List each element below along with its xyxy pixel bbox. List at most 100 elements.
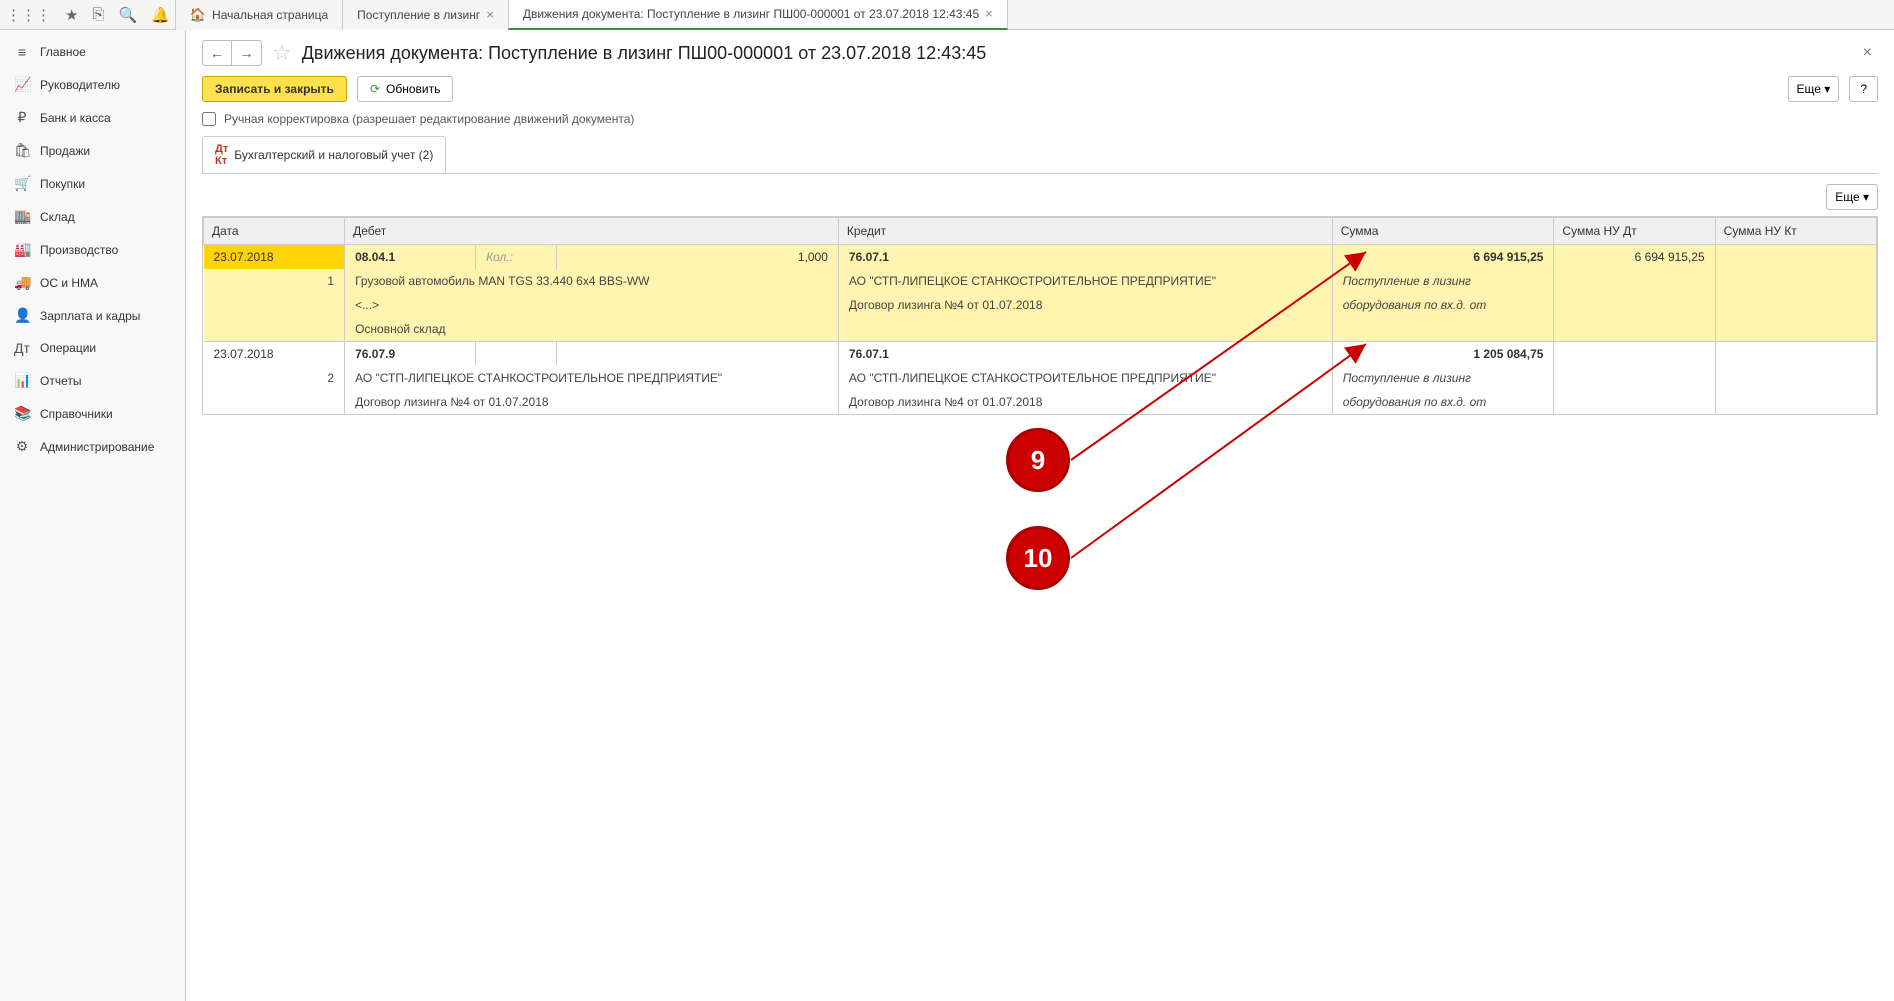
col-nudt[interactable]: Сумма НУ Дт [1554,218,1715,245]
cell-sum: 6 694 915,25 [1332,245,1554,270]
sidebar-item-bank[interactable]: ₽Банк и касса [0,101,185,134]
tab-doc1-label: Поступление в лизинг [357,8,480,22]
sidebar-item-warehouse[interactable]: 🏬 Склад [0,200,185,233]
sidebar-item-label: Отчеты [40,374,81,388]
cart-icon: 🛒 [14,175,30,192]
col-sum[interactable]: Сумма [1332,218,1554,245]
table-row[interactable]: Основной склад [204,317,1877,342]
cell-cred-sub2: Договор лизинга №4 от 01.07.2018 [838,293,1332,317]
window-tabs: 🏠 Начальная страница Поступление в лизин… [176,0,1008,30]
table-row[interactable]: 23.07.2018 76.07.9 76.07.1 1 205 084,75 [204,342,1877,367]
sidebar-item-assets[interactable]: 🚚 ОС и НМА [0,266,185,299]
table-header-row: Дата Дебет Кредит Сумма Сумма НУ Дт Сумм… [204,218,1877,245]
sidebar-item-production[interactable]: 🏭 Производство [0,233,185,266]
refresh-icon: ⟳ [370,82,380,96]
apps-icon[interactable]: ⋮⋮⋮ [6,6,51,24]
table-row[interactable]: 23.07.2018 08.04.1 Кол.: 1,000 76.07.1 6… [204,245,1877,270]
system-icons: ⋮⋮⋮ ★ ⎘ 🔍 🔔 [0,6,176,24]
tab-home[interactable]: 🏠 Начальная страница [175,0,343,30]
table-row[interactable]: 2 АО "СТП-ЛИПЕЦКОЕ СТАНКОСТРОИТЕЛЬНОЕ ПР… [204,366,1877,390]
help-button[interactable]: ? [1849,76,1878,102]
sidebar-item-label: Производство [40,243,118,257]
cell-deb-sub2: <...> [345,293,839,317]
sidebar-item-label: ОС и НМА [40,276,98,290]
table-row[interactable]: 1 Грузовой автомобиль MAN TGS 33.440 6x4… [204,269,1877,293]
annotation-bubble-9: 9 [1006,428,1070,492]
annotation-bubble-10: 10 [1006,526,1070,590]
bars-icon: 📊 [14,372,30,389]
cell-deb-sub1: Грузовой автомобиль MAN TGS 33.440 6x4 B… [345,269,839,293]
sidebar-item-label: Склад [40,210,75,224]
table-row[interactable]: Договор лизинга №4 от 01.07.2018 Договор… [204,390,1877,414]
sidebar-item-purchases[interactable]: 🛒 Покупки [0,167,185,200]
tab-accounting[interactable]: ДтКт Бухгалтерский и налоговый учет (2) [202,136,446,173]
menu-icon: ≡ [14,44,30,60]
page-title: Движения документа: Поступление в лизинг… [302,43,987,64]
sidebar-item-admin[interactable]: ⚙ Администрирование [0,430,185,463]
sidebar-item-sales[interactable]: 🛍Продажи [0,134,185,167]
cell-nudt: 6 694 915,25 [1554,245,1715,270]
tab-doc1[interactable]: Поступление в лизинг × [342,0,509,30]
factory-icon: 🏭 [14,241,30,258]
cell-note2: оборудования по вх.д. от [1332,293,1554,317]
ruble-icon: ₽ [14,109,30,126]
cell-cred-account: 76.07.1 [838,342,1332,367]
postings-table: Дата Дебет Кредит Сумма Сумма НУ Дт Сумм… [202,216,1878,415]
cell-date: 23.07.2018 [204,245,345,270]
more-label: Еще ▾ [1797,82,1831,96]
close-icon[interactable]: × [985,6,993,21]
save-close-label: Записать и закрыть [215,82,334,96]
save-close-button[interactable]: Записать и закрыть [202,76,347,102]
close-icon[interactable]: × [1863,44,1872,62]
sidebar-item-label: Покупки [40,177,85,191]
tab-doc2[interactable]: Движения документа: Поступление в лизинг… [508,0,1008,30]
books-icon: 📚 [14,405,30,422]
cell-deb-sub2: Договор лизинга №4 от 01.07.2018 [345,390,839,414]
tab-home-label: Начальная страница [212,8,328,22]
refresh-button[interactable]: ⟳Обновить [357,76,453,102]
cell-note1: Поступление в лизинг [1332,366,1554,390]
sidebar-item-label: Администрирование [40,440,154,454]
sidebar-item-refs[interactable]: 📚 Справочники [0,397,185,430]
col-date[interactable]: Дата [204,218,345,245]
star-icon[interactable]: ★ [65,6,78,24]
sidebar-item-manager[interactable]: 📈Руководителю [0,68,185,101]
forward-button[interactable]: → [232,40,262,66]
copy-icon[interactable]: ⎘ [92,6,104,23]
sidebar-item-operations[interactable]: ДтОперации [0,332,185,364]
more-button-2[interactable]: Еще ▾ [1826,184,1878,210]
col-nukt[interactable]: Сумма НУ Кт [1715,218,1876,245]
chart-icon: 📈 [14,76,30,93]
warehouse-icon: 🏬 [14,208,30,225]
manual-correction-label: Ручная корректировка (разрешает редактир… [224,112,634,126]
annotation-label: 10 [1024,543,1053,574]
table-toolbar: Еще ▾ [186,174,1894,216]
bell-icon[interactable]: 🔔 [151,6,170,24]
table-row[interactable]: <...> Договор лизинга №4 от 01.07.2018 о… [204,293,1877,317]
cell-rownum: 1 [204,269,345,293]
sidebar: ≡Главное 📈Руководителю ₽Банк и касса 🛍Пр… [0,30,186,1001]
sidebar-item-reports[interactable]: 📊 Отчеты [0,364,185,397]
col-debit[interactable]: Дебет [345,218,839,245]
manual-correction-checkbox[interactable] [202,112,216,126]
gear-icon: ⚙ [14,438,30,455]
nav-buttons: ← → [202,40,262,66]
col-credit[interactable]: Кредит [838,218,1332,245]
sidebar-item-main[interactable]: ≡Главное [0,36,185,68]
close-icon[interactable]: × [486,7,494,22]
tab-accounting-label: Бухгалтерский и налоговый учет (2) [234,148,433,162]
cell-deb-account: 76.07.9 [345,342,476,367]
truck-icon: 🚚 [14,274,30,291]
sidebar-item-label: Справочники [40,407,113,421]
inner-tabstrip: ДтКт Бухгалтерский и налоговый учет (2) [202,136,1878,174]
more-button[interactable]: Еще ▾ [1788,76,1840,102]
search-icon[interactable]: 🔍 [118,6,137,24]
manual-correction-row: Ручная корректировка (разрешает редактир… [186,108,1894,136]
sidebar-item-hr[interactable]: 👤Зарплата и кадры [0,299,185,332]
cell-cred-account: 76.07.1 [838,245,1332,270]
back-button[interactable]: ← [202,40,232,66]
sidebar-item-label: Операции [40,341,96,355]
cell-cred-sub2: Договор лизинга №4 от 01.07.2018 [838,390,1332,414]
favorite-icon[interactable]: ☆ [272,40,292,66]
cell-note2: оборудования по вх.д. от [1332,390,1554,414]
